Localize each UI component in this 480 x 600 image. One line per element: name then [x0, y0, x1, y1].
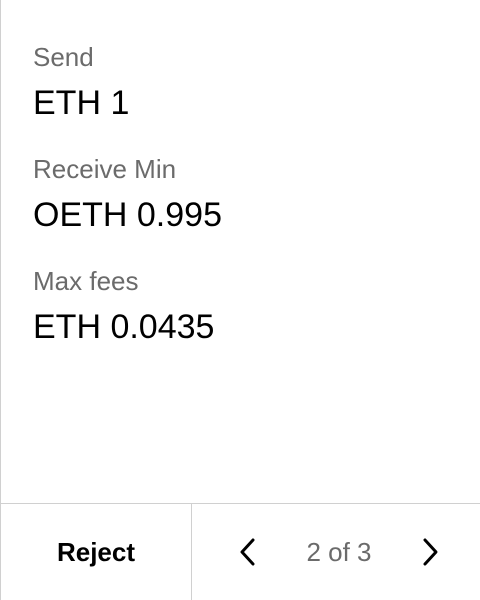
- transaction-details: Send ETH 1 Receive Min OETH 0.995 Max fe…: [33, 40, 460, 348]
- send-label: Send: [33, 42, 94, 72]
- max-fees-label: Max fees: [33, 266, 139, 296]
- next-page-button[interactable]: [410, 524, 450, 580]
- pager: 2 of 3: [192, 504, 480, 600]
- chevron-left-icon: [240, 538, 255, 566]
- receive-min-label: Receive Min: [33, 154, 177, 184]
- receive-min-value: OETH 0.995: [33, 196, 222, 234]
- max-fees-value: ETH 0.0435: [33, 308, 215, 346]
- page-indicator: 2 of 3: [306, 537, 372, 567]
- transaction-review-screen: Send ETH 1 Receive Min OETH 0.995 Max fe…: [0, 0, 480, 600]
- previous-page-button[interactable]: [228, 524, 268, 580]
- reject-button[interactable]: Reject: [1, 504, 192, 600]
- receive-min-field: Receive Min OETH 0.995: [33, 152, 460, 236]
- max-fees-field: Max fees ETH 0.0435: [33, 264, 460, 348]
- chevron-right-icon: [423, 538, 438, 566]
- footer-bar: Reject 2 of 3: [1, 503, 480, 600]
- send-field: Send ETH 1: [33, 40, 460, 124]
- send-value: ETH 1: [33, 84, 130, 122]
